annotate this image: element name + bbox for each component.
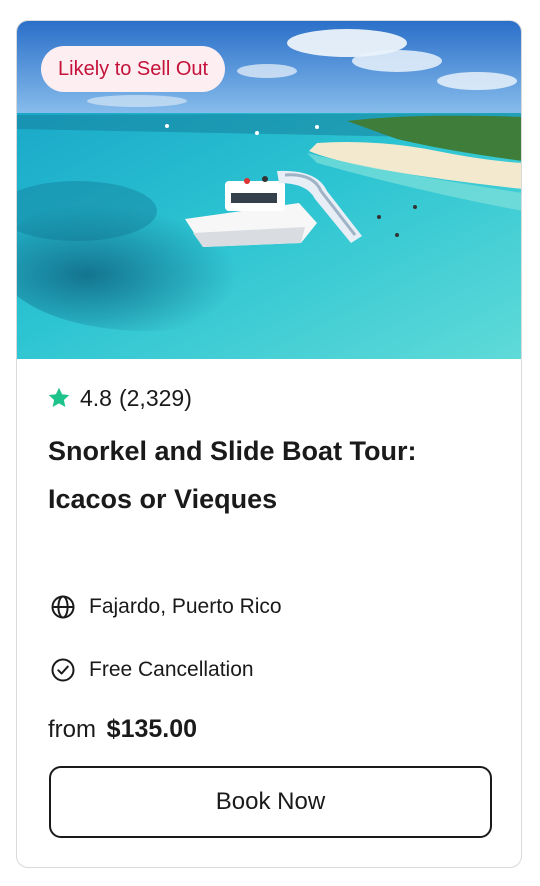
- tour-card[interactable]: Likely to Sell Out 4.8 (2,329) Snorkel a…: [16, 20, 522, 868]
- location-text: Fajardo, Puerto Rico: [89, 595, 282, 618]
- price: from $135.00: [48, 711, 197, 747]
- rating: 4.8 (2,329): [47, 381, 192, 415]
- book-now-button[interactable]: Book Now: [49, 766, 492, 838]
- cancellation-row: Free Cancellation: [50, 655, 254, 685]
- price-amount: $135.00: [106, 715, 198, 743]
- price-prefix: from: [48, 716, 96, 743]
- review-count: (2,329): [118, 384, 192, 411]
- tour-title[interactable]: Snorkel and Slide Boat Tour: Icacos or V…: [48, 427, 488, 523]
- check-circle-icon: [51, 658, 75, 682]
- globe-icon: [51, 595, 75, 619]
- rating-score: 4.8: [80, 384, 112, 411]
- location-row: Fajardo, Puerto Rico: [50, 592, 282, 622]
- cancellation-text: Free Cancellation: [89, 658, 254, 681]
- sell-out-badge: Likely to Sell Out: [41, 46, 226, 92]
- star-icon: [48, 387, 70, 407]
- tour-photo[interactable]: Likely to Sell Out: [17, 21, 521, 359]
